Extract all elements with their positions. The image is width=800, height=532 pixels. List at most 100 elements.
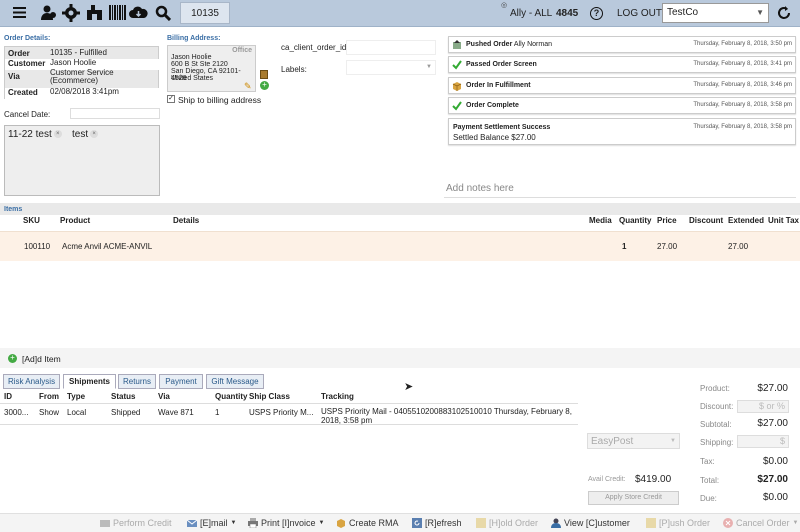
cancel-date-input[interactable] — [70, 108, 160, 119]
tag-chip: test × — [72, 129, 99, 140]
col-price[interactable]: Price — [657, 216, 677, 225]
ship-col-quantity: Quantity — [215, 392, 248, 401]
logout-button[interactable]: LOG OUT — [617, 8, 662, 19]
shipping-provider-select[interactable]: EasyPost ▼ — [587, 433, 680, 449]
address-line: United States — [171, 75, 214, 82]
cursor-icon: ➤ — [404, 381, 414, 393]
tag-chip: 11-22 test × — [8, 129, 62, 140]
address-book-icon[interactable] — [260, 70, 268, 79]
col-quantity[interactable]: Quantity — [619, 216, 651, 225]
check-icon — [452, 101, 462, 111]
ship-to-billing-checkbox[interactable]: ✓ — [167, 95, 175, 103]
item-product: Acme Anvil ACME-ANVIL — [62, 242, 153, 251]
hold-order-button[interactable]: [H]old Order — [476, 518, 538, 528]
discount-input[interactable]: $ or % — [737, 400, 789, 413]
payment-event: Payment Settlement Success Thursday, Feb… — [448, 118, 796, 145]
shipping-input[interactable]: $ — [737, 435, 789, 448]
customer-icon — [551, 518, 561, 528]
ship-col-id: ID — [4, 392, 12, 401]
perform-credit-button[interactable]: Perform Credit — [100, 518, 172, 528]
menu-icon[interactable] — [10, 3, 29, 22]
users-icon[interactable] — [39, 3, 58, 22]
print-icon — [248, 518, 258, 528]
add-icon[interactable]: + — [8, 354, 17, 363]
cancel-order-button[interactable]: Cancel Order ▼ — [723, 518, 798, 528]
remove-tag-icon[interactable]: × — [90, 130, 99, 139]
refresh-icon[interactable] — [776, 5, 792, 23]
order-details-panel: Order 10135 - Fulfilled Customer Jason Hoo… — [4, 46, 160, 99]
tax-label: Tax: — [700, 457, 715, 466]
edit-pencil-icon[interactable]: ✎ — [244, 81, 252, 92]
labels-label: Labels: — [281, 65, 307, 74]
timeline-event: Passed Order Screen Thursday, February 8… — [448, 56, 796, 73]
discount-label: Discount: — [700, 402, 734, 411]
labels-select[interactable]: ▼ — [346, 60, 436, 75]
tab-gift-message[interactable]: Gift Message — [206, 374, 264, 389]
item-price[interactable]: 27.00 — [657, 242, 677, 251]
col-unit-tax[interactable]: Unit Tax — [768, 216, 799, 225]
top-bar: 10135 ◎ Ally - ALL 4845 ? LOG OUT TestCo… — [0, 0, 800, 27]
push-icon — [453, 40, 461, 49]
chevron-down-icon: ▼ — [426, 64, 432, 70]
tab-payment[interactable]: Payment — [159, 374, 203, 389]
tab-returns[interactable]: Returns — [118, 374, 156, 389]
push-order-button[interactable]: [P]ush Order — [646, 518, 710, 528]
col-details[interactable]: Details — [173, 216, 199, 225]
shipping-label: Shipping: — [700, 438, 734, 447]
notes-input[interactable]: Add notes here — [446, 183, 514, 194]
add-item-button[interactable]: [Ad]d Item — [22, 354, 61, 364]
print-invoice-button[interactable]: Print [I]nvoice ▼ — [248, 518, 324, 528]
credit-icon — [100, 520, 110, 527]
tab-shipments[interactable]: Shipments — [63, 374, 116, 389]
billing-address-heading: Billing Address: — [167, 35, 221, 42]
table-row[interactable]: 100110 Acme Anvil ACME-ANVIL 1 27.00 27.… — [0, 231, 800, 261]
help-icon[interactable]: ? — [590, 7, 603, 20]
col-sku[interactable]: SKU — [23, 216, 40, 225]
tax-value: $0.00 — [762, 456, 788, 467]
gear-icon[interactable] — [61, 3, 80, 22]
col-media[interactable]: Media — [589, 216, 612, 225]
cloud-icon[interactable] — [129, 3, 148, 22]
order-detail-row: Created 02/08/2018 3:41pm — [5, 88, 160, 99]
create-rma-button[interactable]: Create RMA — [336, 518, 399, 528]
remove-tag-icon[interactable]: × — [53, 130, 62, 139]
user-label[interactable]: Ally - ALL — [510, 8, 552, 19]
col-extended[interactable]: Extended — [728, 216, 764, 225]
col-discount[interactable]: Discount — [689, 216, 723, 225]
order-detail-row: Via Customer Service (Ecommerce) — [8, 68, 114, 85]
client-order-id-input[interactable] — [346, 40, 436, 55]
search-icon[interactable] — [153, 3, 172, 22]
address-line: Jason Hoolie — [171, 54, 212, 61]
tags-input[interactable]: 11-22 test × test × — [4, 125, 160, 196]
barcode-icon[interactable] — [108, 3, 127, 22]
store-select[interactable]: TestCo ▼ — [662, 3, 769, 23]
check-icon — [452, 60, 462, 70]
add-item-row: + [Ad]d Item — [0, 348, 800, 368]
timeline-event: Pushed Order Ally Norman Thursday, Febru… — [448, 36, 796, 53]
ship-col-tracking: Tracking — [321, 392, 354, 401]
hold-icon — [476, 518, 486, 528]
refresh-button[interactable]: [R]efresh — [412, 518, 462, 528]
product-total: $27.00 — [757, 383, 788, 394]
due-value: $0.00 — [762, 492, 788, 503]
ship-to-billing-label: Ship to billing address — [178, 95, 262, 105]
add-address-icon[interactable]: + — [260, 81, 269, 90]
view-customer-button[interactable]: View [C]ustomer — [551, 518, 630, 528]
warehouse-icon[interactable] — [85, 3, 104, 22]
ship-col-status: Status — [111, 392, 136, 401]
items-section-bar: Items — [0, 203, 800, 215]
apply-store-credit-button[interactable]: Apply Store Credit — [588, 491, 679, 505]
box-icon — [452, 82, 462, 91]
email-button[interactable]: [E]mail ▼ — [187, 518, 236, 528]
ship-col-type: Type — [67, 392, 86, 401]
tab-risk-analysis[interactable]: Risk Analysis — [3, 374, 60, 389]
order-search-input[interactable]: 10135 — [180, 2, 230, 24]
col-product[interactable]: Product — [60, 216, 90, 225]
notification-icon[interactable]: ◎ — [501, 1, 507, 9]
billing-address-card: Office Jason Hoolie 600 B St Ste 2120 Sa… — [167, 45, 256, 92]
item-quantity[interactable]: 1 — [622, 242, 626, 251]
timeline-event: Order Complete Thursday, February 8, 201… — [448, 97, 796, 114]
address-type-label: Office — [232, 47, 252, 54]
address-line: 600 B St Ste 2120 — [171, 61, 228, 68]
table-row[interactable]: 3000... Show Local Shipped Wave 871 1 US… — [0, 403, 578, 425]
